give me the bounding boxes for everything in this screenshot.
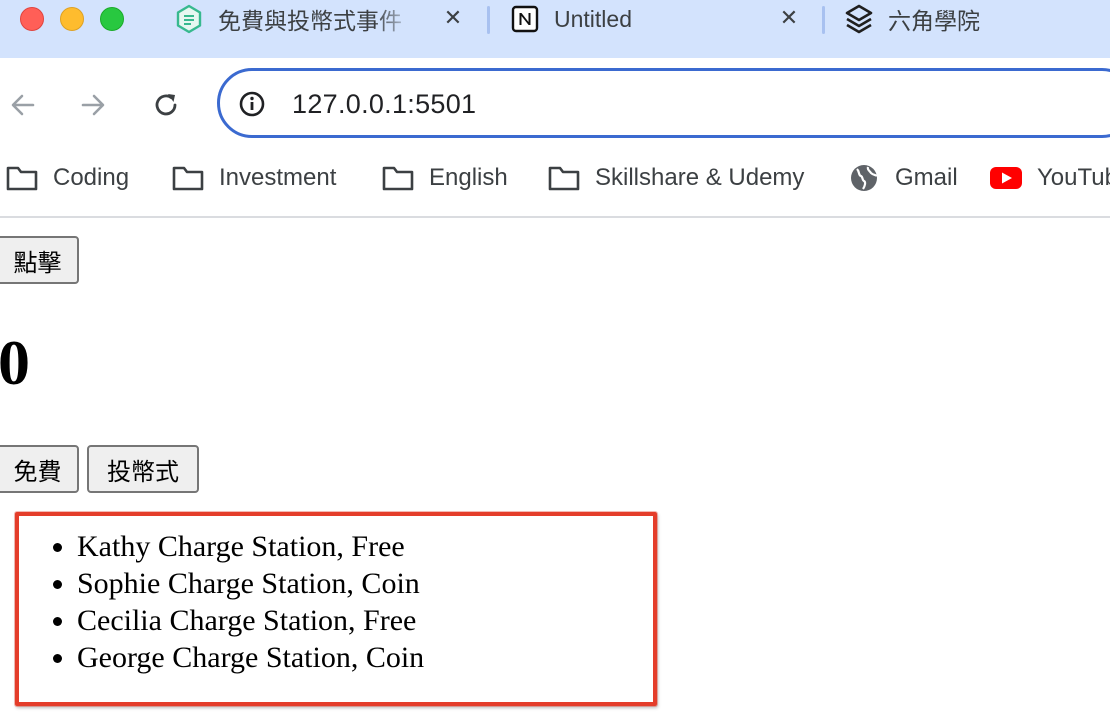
bookmark-investment[interactable]: Investment <box>171 161 336 195</box>
filter-free-button[interactable]: 免費 <box>0 445 79 493</box>
list-item: George Charge Station, Coin <box>77 639 424 676</box>
bookmark-label: Gmail <box>895 164 958 191</box>
station-list: Kathy Charge Station, Free Sophie Charge… <box>77 528 424 676</box>
bookmark-label: English <box>429 164 508 191</box>
tab-title: 免費與投幣式事件 <box>218 8 402 34</box>
click-button[interactable]: 點擊 <box>0 236 79 284</box>
bookmark-skillshare-udemy[interactable]: Skillshare & Udemy <box>547 161 804 195</box>
bookmark-gmail[interactable]: Gmail <box>847 161 958 195</box>
close-icon[interactable]: ✕ <box>778 8 800 30</box>
arrow-right-icon <box>81 94 105 116</box>
list-item: Kathy Charge Station, Free <box>77 528 424 565</box>
tab-events-demo[interactable]: 免費與投幣式事件 ✕ <box>172 0 472 38</box>
tab-strip: 免費與投幣式事件 ✕ Untitled ✕ 六角學院 <box>0 0 1110 58</box>
bookmark-label: YouTube <box>1037 164 1110 191</box>
address-url[interactable]: 127.0.0.1:5501 <box>292 89 476 120</box>
hexagon-doc-icon <box>172 2 206 36</box>
tab-hexschool[interactable]: 六角學院 <box>842 0 1110 38</box>
click-counter: 0 <box>0 327 30 398</box>
tab-notion-untitled[interactable]: Untitled ✕ <box>508 0 808 38</box>
reload-button[interactable] <box>149 88 183 122</box>
tab-separator <box>822 6 825 34</box>
notion-icon <box>508 2 542 36</box>
youtube-icon <box>989 163 1023 193</box>
folder-icon <box>381 163 415 193</box>
close-window-button[interactable] <box>20 7 44 31</box>
tab-title: 六角學院 <box>888 8 980 34</box>
list-item: Sophie Charge Station, Coin <box>77 565 424 602</box>
back-button[interactable] <box>6 88 40 122</box>
address-bar[interactable]: 127.0.0.1:5501 <box>217 68 1110 138</box>
bookmark-youtube[interactable]: YouTube <box>989 161 1110 195</box>
tab-title: Untitled <box>554 5 632 32</box>
browser-toolbar: 127.0.0.1:5501 <box>0 58 1110 152</box>
list-item: Cecilia Charge Station, Free <box>77 602 424 639</box>
tab-separator <box>487 6 490 34</box>
zoom-window-button[interactable] <box>100 7 124 31</box>
station-list-highlight: Kathy Charge Station, Free Sophie Charge… <box>15 512 657 706</box>
bookmark-label: Skillshare & Udemy <box>595 164 805 191</box>
page-content: 點擊 0 免費 投幣式 Kathy Charge Station, Free S… <box>0 220 1110 716</box>
browser-window: 免費與投幣式事件 ✕ Untitled ✕ 六角學院 127.0.0.1:550… <box>0 0 1110 716</box>
folder-icon <box>5 163 39 193</box>
bookmark-label: Coding <box>53 164 130 191</box>
hexschool-logo-icon <box>842 2 876 36</box>
minimize-window-button[interactable] <box>60 7 84 31</box>
folder-icon <box>171 163 205 193</box>
info-icon[interactable] <box>238 90 266 118</box>
bookmark-english[interactable]: English <box>381 161 508 195</box>
globe-icon <box>847 163 881 193</box>
folder-icon <box>547 163 581 193</box>
forward-button[interactable] <box>76 88 110 122</box>
bookmark-label: Investment <box>219 164 337 191</box>
close-icon[interactable]: ✕ <box>442 8 464 30</box>
bookmark-coding[interactable]: Coding <box>5 161 129 195</box>
arrow-left-icon <box>11 94 35 116</box>
reload-icon <box>155 94 177 116</box>
bookmarks-bar: Coding Investment English Skillshare & U… <box>0 152 1110 218</box>
filter-coin-button[interactable]: 投幣式 <box>87 445 199 493</box>
